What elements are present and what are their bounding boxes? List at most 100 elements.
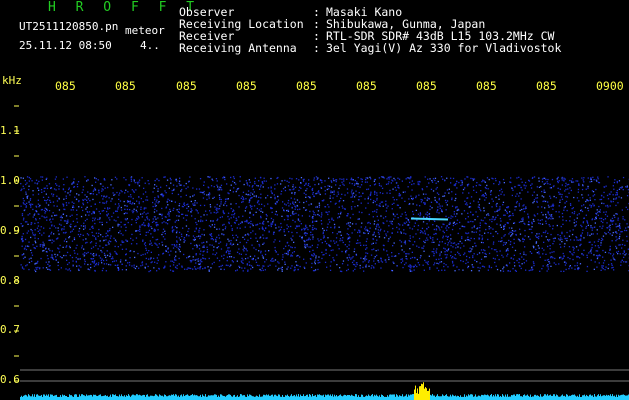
meter-bar bbox=[305, 395, 306, 400]
meter-bar bbox=[478, 395, 479, 400]
noise-speck bbox=[300, 187, 302, 189]
meter-peak-bar bbox=[421, 383, 422, 400]
noise-speck bbox=[301, 215, 303, 217]
noise-speck bbox=[615, 236, 617, 238]
noise-speck bbox=[59, 256, 62, 258]
noise-speck bbox=[76, 209, 78, 211]
noise-speck bbox=[120, 244, 122, 246]
noise-speck bbox=[95, 232, 98, 234]
noise-speck bbox=[118, 232, 120, 234]
noise-speck bbox=[69, 215, 71, 217]
noise-speck bbox=[522, 240, 524, 243]
meter-bar bbox=[300, 394, 301, 400]
noise-speck bbox=[145, 249, 148, 251]
noise-speck bbox=[73, 237, 76, 239]
noise-speck bbox=[599, 225, 601, 228]
noise-speck bbox=[341, 205, 343, 207]
noise-speck bbox=[604, 213, 607, 216]
noise-speck bbox=[169, 269, 172, 271]
noise-speck bbox=[463, 253, 465, 256]
meter-bar bbox=[190, 395, 191, 400]
noise-speck bbox=[292, 202, 294, 204]
noise-speck bbox=[124, 192, 126, 194]
noise-speck bbox=[191, 215, 193, 217]
noise-speck bbox=[357, 183, 359, 185]
noise-speck bbox=[597, 176, 599, 178]
noise-speck bbox=[576, 217, 578, 219]
meter-bar bbox=[330, 394, 331, 400]
noise-speck bbox=[120, 232, 122, 235]
noise-speck bbox=[330, 226, 332, 229]
noise-speck bbox=[502, 256, 504, 258]
noise-speck bbox=[127, 221, 129, 224]
noise-speck bbox=[328, 206, 330, 208]
noise-speck bbox=[233, 256, 235, 259]
noise-speck bbox=[398, 228, 400, 230]
noise-speck bbox=[568, 246, 571, 248]
noise-speck bbox=[580, 238, 582, 240]
noise-speck bbox=[125, 259, 127, 261]
noise-speck bbox=[62, 213, 64, 215]
noise-speck bbox=[252, 258, 254, 261]
noise-speck bbox=[203, 181, 205, 183]
noise-speck bbox=[524, 181, 527, 184]
noise-speck bbox=[133, 266, 135, 268]
noise-speck bbox=[34, 233, 36, 236]
noise-speck bbox=[427, 234, 429, 236]
noise-speck bbox=[492, 216, 494, 219]
noise-speck bbox=[442, 235, 444, 237]
noise-speck bbox=[356, 183, 358, 185]
noise-speck bbox=[225, 200, 227, 203]
noise-speck bbox=[410, 257, 412, 260]
noise-speck bbox=[461, 182, 463, 184]
noise-speck bbox=[196, 202, 198, 204]
noise-speck bbox=[358, 192, 360, 194]
noise-speck bbox=[116, 210, 118, 212]
meter-bar bbox=[455, 395, 456, 400]
noise-speck bbox=[291, 212, 294, 214]
meter-bar bbox=[464, 394, 465, 400]
noise-speck bbox=[594, 245, 597, 247]
noise-speck bbox=[125, 179, 127, 181]
noise-speck bbox=[199, 266, 201, 269]
noise-speck bbox=[306, 245, 308, 247]
noise-speck bbox=[522, 237, 524, 240]
noise-speck bbox=[47, 199, 49, 201]
noise-speck bbox=[327, 204, 329, 206]
noise-speck bbox=[265, 237, 267, 239]
noise-speck bbox=[144, 245, 147, 247]
noise-speck bbox=[467, 183, 470, 185]
noise-speck bbox=[46, 209, 48, 211]
noise-speck bbox=[378, 184, 381, 187]
noise-speck bbox=[351, 257, 353, 259]
noise-speck bbox=[430, 237, 432, 239]
noise-speck bbox=[618, 224, 621, 226]
noise-speck bbox=[255, 259, 257, 261]
noise-speck bbox=[73, 178, 75, 180]
noise-speck bbox=[118, 198, 120, 200]
noise-speck bbox=[31, 180, 33, 182]
meter-bar bbox=[570, 395, 571, 400]
noise-speck bbox=[151, 221, 154, 223]
noise-speck bbox=[365, 226, 367, 228]
noise-speck bbox=[518, 264, 521, 267]
noise-speck bbox=[92, 234, 94, 237]
noise-speck bbox=[40, 209, 43, 211]
noise-speck bbox=[580, 235, 582, 238]
noise-speck bbox=[142, 201, 144, 203]
meter-bar bbox=[223, 395, 224, 400]
noise-speck bbox=[308, 204, 310, 206]
noise-speck bbox=[324, 206, 326, 208]
noise-speck bbox=[310, 266, 313, 268]
noise-speck bbox=[305, 209, 308, 211]
noise-speck bbox=[260, 252, 262, 254]
noise-speck bbox=[225, 226, 227, 228]
noise-speck bbox=[143, 187, 145, 189]
noise-speck bbox=[352, 270, 354, 272]
noise-speck bbox=[392, 196, 394, 199]
noise-speck bbox=[364, 228, 366, 230]
noise-speck bbox=[312, 217, 314, 220]
noise-speck bbox=[140, 208, 142, 210]
noise-speck bbox=[190, 208, 192, 210]
noise-speck bbox=[609, 233, 611, 235]
